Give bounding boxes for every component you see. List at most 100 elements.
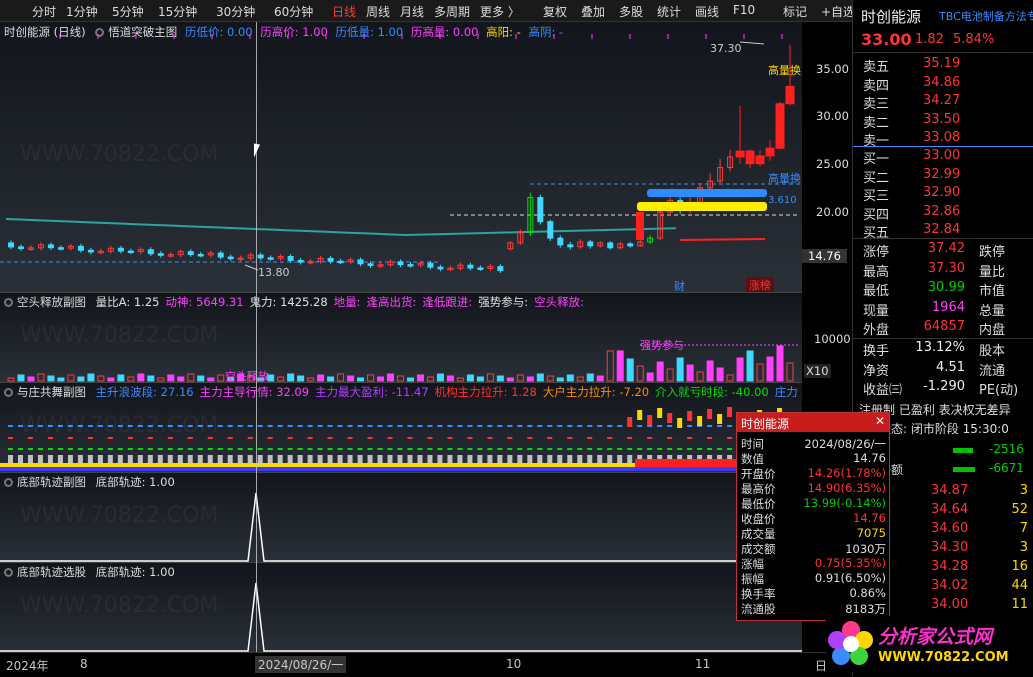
dibu-panel[interactable]: 底部轨迹副图 底部轨迹: 1.00 WWW.70822.COM bbox=[0, 472, 802, 563]
strip-dash bbox=[467, 448, 473, 450]
cai-badge[interactable]: 财 bbox=[674, 278, 685, 292]
crosshair-vertical-line bbox=[256, 22, 257, 652]
strip-dash bbox=[727, 437, 733, 439]
main-chart-panel[interactable]: 时创能源 (日线) 悟道突破主图 历低价: 0.00 历高价: 1.00 历低量… bbox=[0, 22, 802, 292]
strip-block bbox=[477, 455, 483, 463]
strip-block bbox=[77, 455, 83, 463]
strip-dash bbox=[117, 425, 123, 427]
blue-value-label: 3.610 bbox=[768, 195, 797, 206]
strip-dash bbox=[107, 425, 113, 427]
strip-block bbox=[17, 455, 23, 463]
toolbar-button-6[interactable]: 标记 bbox=[783, 3, 807, 20]
strip-block bbox=[487, 455, 493, 463]
period-tab-9[interactable]: 多周期 bbox=[434, 3, 470, 20]
popup-row-value: 0.91(6.50%) bbox=[814, 571, 886, 585]
strip-dash bbox=[687, 448, 693, 450]
strip-block bbox=[67, 455, 73, 463]
period-tab-6[interactable]: 日线 bbox=[332, 3, 356, 20]
volume-bar bbox=[416, 374, 424, 382]
price-tick: 35.00 bbox=[816, 62, 849, 76]
candlestick bbox=[367, 263, 374, 266]
period-tab-3[interactable]: 15分钟 bbox=[158, 3, 197, 20]
kline-info-popup[interactable]: 时创能源 ✕ 时间 2024/08/26/一 数值 14.76 开盘价 14.26(1.7… bbox=[736, 412, 890, 621]
toolbar-button-0[interactable]: 复权 bbox=[543, 3, 567, 20]
stat-label-2: 流通 bbox=[979, 363, 1006, 379]
toolbar-button-4[interactable]: 画线 bbox=[695, 3, 719, 20]
popup-row-label: 数值 bbox=[741, 452, 764, 466]
popup-row-label: 开盘价 bbox=[741, 467, 776, 481]
volume-bar bbox=[626, 358, 634, 382]
period-tab-10[interactable]: 更多 〉 bbox=[480, 3, 520, 20]
strip-dash bbox=[367, 448, 373, 450]
price-tick: 20.00 bbox=[816, 205, 849, 219]
candlestick bbox=[227, 256, 234, 260]
popup-row: 振幅 0.91(6.50%) bbox=[741, 571, 886, 586]
strip-dash bbox=[647, 437, 653, 439]
volume-bar bbox=[676, 357, 684, 382]
popup-row-label: 换手率 bbox=[741, 587, 776, 601]
close-icon[interactable]: ✕ bbox=[875, 414, 885, 428]
strip-dash bbox=[607, 437, 613, 439]
strip-dash bbox=[137, 448, 143, 450]
strip-dash bbox=[377, 425, 383, 427]
strip-block bbox=[557, 455, 563, 463]
strip-dash bbox=[467, 425, 473, 427]
dibu-select-line-chart[interactable] bbox=[0, 563, 802, 653]
period-tab-4[interactable]: 30分钟 bbox=[216, 3, 255, 20]
period-tab-7[interactable]: 周线 bbox=[366, 3, 390, 20]
period-tab-5[interactable]: 60分钟 bbox=[274, 3, 313, 20]
candlestick-chart[interactable] bbox=[0, 22, 802, 292]
ask-level-label: 卖四 bbox=[863, 78, 890, 94]
trade-price: 34.87 bbox=[931, 483, 969, 498]
popup-title: 时创能源 bbox=[741, 417, 790, 431]
dibu-line-chart[interactable] bbox=[0, 473, 802, 563]
popup-header[interactable]: 时创能源 ✕ bbox=[737, 413, 889, 432]
strip-block bbox=[37, 455, 43, 463]
kongtou-panel[interactable]: 空头释放副图 量比A: 1.25 动神: 5649.31 鬼力: 1425.28 地量… bbox=[0, 292, 802, 383]
period-tab-8[interactable]: 月线 bbox=[400, 3, 424, 20]
volume-bar bbox=[706, 360, 714, 382]
strip-block bbox=[7, 455, 13, 463]
low-price-label: 13.80 bbox=[258, 266, 290, 279]
strip-block bbox=[307, 455, 313, 463]
period-tab-0[interactable]: 分时 bbox=[32, 3, 56, 20]
period-tab-1[interactable]: 1分钟 bbox=[66, 3, 98, 20]
zhangbang-badge[interactable]: 涨榜 bbox=[746, 277, 774, 292]
concept-ticker[interactable]: TBC电池制备方法专利 bbox=[939, 8, 1033, 24]
toolbar-button-2[interactable]: 多股 bbox=[619, 3, 643, 20]
strip-block bbox=[517, 455, 523, 463]
strip-dash bbox=[27, 425, 33, 427]
strip-dash bbox=[67, 425, 73, 427]
strip-dash bbox=[727, 448, 733, 450]
strip-block bbox=[217, 455, 223, 463]
candlestick bbox=[477, 267, 484, 270]
toolbar-button-1[interactable]: 叠加 bbox=[581, 3, 605, 20]
strip-dash bbox=[547, 425, 553, 427]
candlestick bbox=[327, 257, 334, 262]
ask-level-price: 34.27 bbox=[923, 93, 961, 108]
strip-dash bbox=[297, 425, 303, 427]
strip-dash bbox=[237, 425, 243, 427]
popup-row-label: 成交量 bbox=[741, 527, 776, 541]
stat-label: 换手 bbox=[863, 344, 890, 359]
zhuang-strip-chart[interactable] bbox=[0, 383, 802, 473]
dibu-select-panel[interactable]: 底部轨迹选股 底部轨迹: 1.00 WWW.70822.COM bbox=[0, 562, 802, 653]
period-tab-2[interactable]: 5分钟 bbox=[112, 3, 144, 20]
toolbar-button-7[interactable]: +自选 bbox=[821, 3, 855, 20]
strip-block bbox=[197, 455, 203, 463]
candlestick bbox=[217, 252, 224, 258]
strip-dash bbox=[257, 448, 263, 450]
strip-dash bbox=[317, 448, 323, 450]
strip-dash bbox=[337, 448, 343, 450]
volume-bar bbox=[187, 373, 195, 382]
toolbar-button-3[interactable]: 统计 bbox=[657, 3, 681, 20]
volume-bar bbox=[17, 374, 25, 382]
volume-bar bbox=[197, 375, 205, 382]
zhuang-panel[interactable]: 与庄共舞副图 主升浪波段: 27.16 主力主导行情: 32.09 主力最大盈利: … bbox=[0, 382, 802, 473]
candlestick bbox=[557, 237, 564, 246]
price-tick: 30.00 bbox=[816, 109, 849, 123]
strip-dash bbox=[567, 448, 573, 450]
strip-dash bbox=[157, 425, 163, 427]
toolbar-button-5[interactable]: F10 bbox=[733, 3, 755, 17]
volume-bar bbox=[337, 373, 345, 382]
